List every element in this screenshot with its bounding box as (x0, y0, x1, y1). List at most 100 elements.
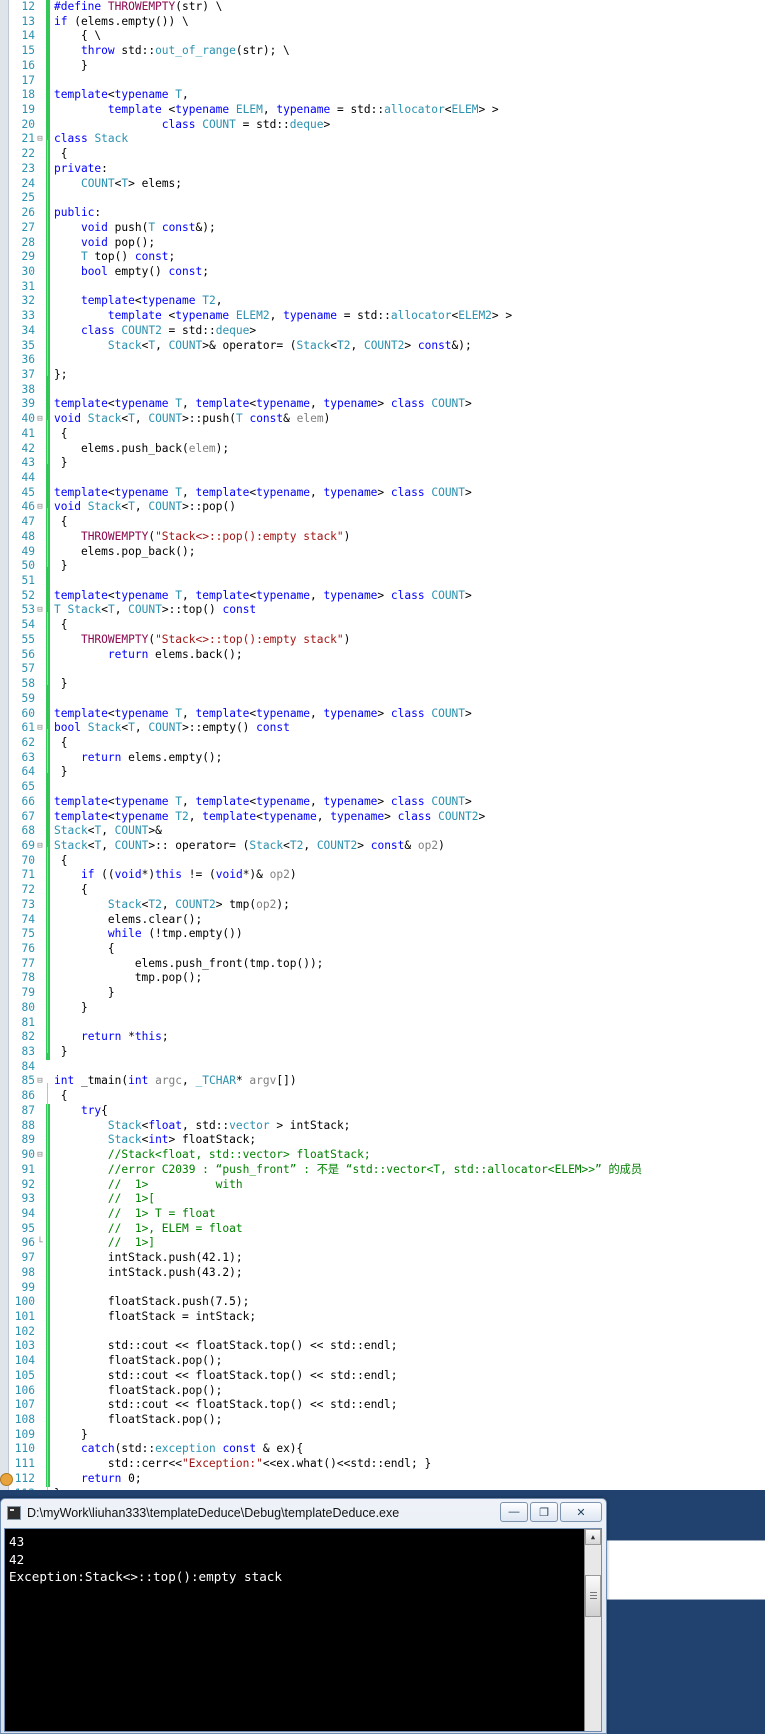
code-line[interactable]: 23 private: (9, 161, 765, 177)
code-line[interactable]: 30 bool empty() const; (9, 264, 765, 280)
code-line[interactable]: 104 floatStack.pop(); (9, 1354, 765, 1369)
editor-indicator-margin[interactable] (0, 0, 9, 1490)
code-line[interactable]: 71 if ((void*)this != (void*)& op2) (9, 868, 765, 884)
fold-toggle-icon[interactable]: ⊟ (35, 1074, 45, 1089)
fold-toggle-icon[interactable]: ⊟ (35, 721, 45, 736)
console-window[interactable]: D:\myWork\liuhan333\templateDeduce\Debug… (0, 1498, 607, 1734)
code-line[interactable]: 58 } (9, 677, 765, 692)
code-line[interactable]: 112 return 0; (9, 1471, 765, 1487)
code-line[interactable]: 89 Stack<int> floatStack; (9, 1133, 765, 1149)
code-line[interactable]: 57 (9, 662, 765, 678)
code-line[interactable]: 21 ⊟ class Stack (9, 132, 765, 148)
code-line[interactable]: 99 (9, 1280, 765, 1296)
console-scrollbar[interactable]: ▲ (584, 1529, 601, 1731)
fold-toggle-icon[interactable]: ⊟ (35, 603, 45, 618)
code-line[interactable]: 38 (9, 382, 765, 398)
code-line[interactable]: 27 void push(T const&); (9, 220, 765, 236)
code-line[interactable]: 108 floatStack.pop(); (9, 1413, 765, 1428)
code-line[interactable]: 68 Stack<T, COUNT>& (9, 824, 765, 839)
maximize-button[interactable]: ❐ (530, 1502, 558, 1522)
code-line[interactable]: 51 (9, 574, 765, 589)
code-line[interactable]: 70 { (9, 853, 765, 869)
code-line[interactable]: 101 floatStack = intStack; (9, 1309, 765, 1325)
code-line[interactable]: 36 (9, 353, 765, 368)
code-line[interactable]: 50 } (9, 559, 765, 575)
code-editor[interactable]: 12 #define THROWEMPTY(str) \ 13 if (elems.e… (0, 0, 765, 1490)
code-line[interactable]: 47 { (9, 515, 765, 530)
code-line[interactable]: 52 template<typename T, template<typename… (9, 588, 765, 604)
code-line[interactable]: 96 └ // 1>] (9, 1236, 765, 1252)
code-line[interactable]: 103 std::cout << floatStack.top() << std… (9, 1339, 765, 1355)
fold-toggle-icon[interactable]: ⊟ (35, 132, 45, 147)
code-line[interactable]: 82 return *this; (9, 1030, 765, 1046)
code-line[interactable]: 63 return elems.empty(); (9, 750, 765, 766)
code-line[interactable]: 111 std::cerr<<"Exception:"<<ex.what()<<… (9, 1457, 765, 1472)
code-line[interactable]: 113} (9, 1487, 765, 1490)
code-line[interactable]: 55 THROWEMPTY("Stack<>::top():empty stac… (9, 632, 765, 648)
code-line[interactable]: 84 (9, 1060, 765, 1075)
code-line[interactable]: 72 { (9, 883, 765, 898)
code-line[interactable]: 61 ⊟ bool Stack<T, COUNT>::empty() const (9, 721, 765, 736)
code-line[interactable]: 102 (9, 1324, 765, 1340)
code-line[interactable]: 37}; (9, 367, 765, 383)
code-line[interactable]: 73 Stack<T2, COUNT2> tmp(op2); (9, 897, 765, 913)
code-line[interactable]: 66 template<typename T, template<typename… (9, 794, 765, 810)
code-line[interactable]: 87 try{ (9, 1103, 765, 1119)
code-line[interactable]: 16 } (9, 58, 765, 74)
close-button[interactable]: ✕ (560, 1502, 602, 1522)
code-line[interactable]: 97 intStack.push(42.1); (9, 1251, 765, 1266)
code-line[interactable]: 91 //error C2039 : “push_front” : 不是 “st… (9, 1162, 765, 1178)
code-line[interactable]: 76 { (9, 942, 765, 957)
code-line[interactable]: 81 (9, 1015, 765, 1031)
code-line[interactable]: 40 ⊟ void Stack<T, COUNT>::push(T const& e… (9, 412, 765, 427)
code-line[interactable]: 12 #define THROWEMPTY(str) \ (9, 0, 765, 15)
scroll-up-arrow-icon[interactable]: ▲ (585, 1529, 601, 1545)
code-line[interactable]: 41 { (9, 426, 765, 442)
code-line[interactable]: 110 catch(std::exception const & ex){ (9, 1442, 765, 1458)
code-line[interactable]: 43 } (9, 456, 765, 471)
code-line[interactable]: 22 { (9, 147, 765, 162)
code-line[interactable]: 45 template<typename T, template<typename… (9, 485, 765, 501)
code-line[interactable]: 62 { (9, 735, 765, 751)
code-line[interactable]: 105 std::cout << floatStack.top() << std… (9, 1368, 765, 1384)
code-line[interactable]: 59 (9, 691, 765, 707)
code-line[interactable]: 31 (9, 279, 765, 295)
code-line[interactable]: 28 void pop(); (9, 235, 765, 251)
fold-toggle-icon[interactable]: ⊟ (35, 1148, 45, 1163)
code-line[interactable]: 14 { \ (9, 29, 765, 45)
code-line[interactable]: 35 Stack<T, COUNT>& operator= (Stack<T2,… (9, 338, 765, 354)
code-line[interactable]: 25 (9, 191, 765, 207)
code-line[interactable]: 17 (9, 73, 765, 89)
console-output-area[interactable]: 43 42 Exception:Stack<>::top():empty sta… (4, 1528, 602, 1732)
code-line[interactable]: 53 ⊟ T Stack<T, COUNT>::top() const (9, 603, 765, 619)
code-line[interactable]: 48 THROWEMPTY("Stack<>::pop():empty stac… (9, 529, 765, 545)
code-line[interactable]: 75 while (!tmp.empty()) (9, 927, 765, 942)
fold-toggle-icon[interactable]: ⊟ (35, 412, 45, 427)
code-line[interactable]: 18 template<typename T, (9, 88, 765, 104)
console-titlebar[interactable]: D:\myWork\liuhan333\templateDeduce\Debug… (1, 1499, 606, 1527)
code-line[interactable]: 65 (9, 780, 765, 795)
code-lines-container[interactable]: 12 #define THROWEMPTY(str) \ 13 if (elems.e… (9, 0, 765, 1490)
code-line[interactable]: 32 template<typename T2, (9, 294, 765, 310)
code-line[interactable]: 78 tmp.pop(); (9, 971, 765, 987)
code-line[interactable]: 107 std::cout << floatStack.top() << std… (9, 1398, 765, 1413)
code-line[interactable]: 109 } (9, 1427, 765, 1443)
fold-toggle-icon[interactable]: └ (35, 1236, 45, 1251)
code-line[interactable]: 60 template<typename T, template<typename… (9, 706, 765, 722)
code-line[interactable]: 92 // 1> with (9, 1177, 765, 1193)
code-line[interactable]: 106 floatStack.pop(); (9, 1383, 765, 1399)
code-line[interactable]: 100 floatStack.push(7.5); (9, 1295, 765, 1310)
code-line[interactable]: 77 elems.push_front(tmp.top()); (9, 956, 765, 972)
code-line[interactable]: 79 } (9, 986, 765, 1001)
breakpoint-icon[interactable] (0, 1473, 13, 1486)
scrollbar-thumb[interactable] (585, 1575, 601, 1617)
code-line[interactable]: 74 elems.clear(); (9, 912, 765, 928)
code-line[interactable]: 85 ⊟ int _tmain(int argc, _TCHAR* argv[]) (9, 1074, 765, 1089)
code-line[interactable]: 44 (9, 471, 765, 486)
code-line[interactable]: 98 intStack.push(43.2); (9, 1265, 765, 1281)
code-line[interactable]: 26 public: (9, 206, 765, 221)
code-line[interactable]: 15 throw std::out_of_range(str); \ (9, 44, 765, 59)
code-line[interactable]: 49 elems.pop_back(); (9, 544, 765, 560)
code-line[interactable]: 69 ⊟ Stack<T, COUNT>:: operator= (Stack<T2… (9, 838, 765, 854)
code-line[interactable]: 29 T top() const; (9, 250, 765, 265)
